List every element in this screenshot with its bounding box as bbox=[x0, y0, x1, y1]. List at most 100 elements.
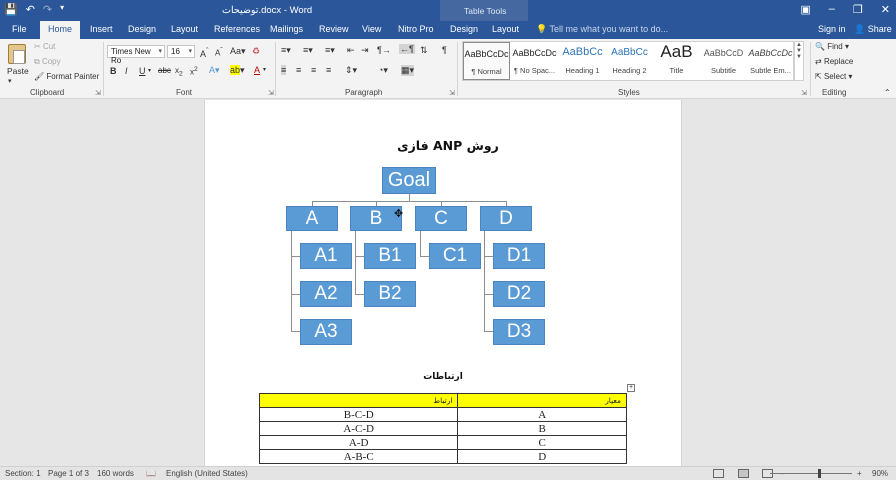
strikethrough-button[interactable]: abc bbox=[158, 66, 171, 75]
shading-icon[interactable]: ◔▾ bbox=[378, 65, 388, 76]
table-header-cell[interactable]: معیار bbox=[457, 393, 627, 408]
table-cell[interactable]: A bbox=[457, 407, 627, 422]
font-launcher-icon[interactable]: ⇲ bbox=[268, 89, 274, 97]
diagram-node-a3[interactable]: A3 bbox=[300, 319, 352, 345]
select-button[interactable]: ⇱ Select ▾ bbox=[815, 72, 852, 81]
status-section[interactable]: Section: 1 bbox=[5, 469, 41, 478]
diagram-node-a2[interactable]: A2 bbox=[300, 281, 352, 307]
style-no-spacing[interactable]: AaBbCcDc ¶ No Spac... bbox=[511, 42, 558, 80]
tab-review[interactable]: Review bbox=[319, 24, 349, 34]
sign-in-link[interactable]: Sign in bbox=[818, 24, 846, 34]
font-color-icon[interactable]: A bbox=[254, 65, 260, 75]
minimize-icon[interactable]: – bbox=[829, 3, 835, 16]
tab-nitro-pro[interactable]: Nitro Pro bbox=[398, 24, 434, 34]
table-move-handle-icon[interactable]: + bbox=[627, 384, 635, 392]
table-header-cell[interactable]: ارتباط bbox=[258, 393, 459, 408]
tab-table-layout[interactable]: Layout bbox=[492, 24, 519, 34]
relations-table[interactable]: ارتباط معیار B-C-D A A-C-D B A-D C A-B-C… bbox=[258, 393, 627, 464]
style-subtitle[interactable]: AaBbCcD Subtitle bbox=[700, 42, 747, 80]
diagram-node-c1[interactable]: C1 bbox=[429, 243, 481, 269]
style-normal[interactable]: AaBbCcDc ¶ Normal bbox=[463, 42, 510, 80]
table-cell[interactable]: C bbox=[457, 435, 627, 450]
align-right-icon[interactable]: ≡ bbox=[311, 65, 316, 75]
borders-icon[interactable]: ▦▾ bbox=[401, 65, 415, 76]
table-title[interactable]: ارتباطات bbox=[0, 372, 886, 382]
diagram-node-a[interactable]: A bbox=[286, 206, 338, 231]
table-cell[interactable]: B-C-D bbox=[258, 407, 459, 422]
tab-table-design[interactable]: Design bbox=[450, 24, 478, 34]
align-center-icon[interactable]: ≡ bbox=[296, 65, 301, 75]
bold-button[interactable]: B bbox=[110, 66, 117, 76]
undo-icon[interactable]: ↶ bbox=[26, 3, 35, 16]
style-subtle-emphasis[interactable]: AaBbCcDc Subtle Em... bbox=[747, 42, 794, 80]
zoom-slider-thumb[interactable] bbox=[818, 469, 821, 478]
subscript-button[interactable]: x2 bbox=[175, 66, 183, 78]
superscript-button[interactable]: x2 bbox=[190, 66, 198, 77]
line-spacing-icon[interactable]: ⇕▾ bbox=[345, 65, 357, 76]
show-marks-icon[interactable]: ¶ bbox=[442, 45, 447, 55]
status-page[interactable]: Page 1 of 3 bbox=[48, 469, 89, 478]
paragraph-launcher-icon[interactable]: ⇲ bbox=[449, 89, 455, 97]
diagram-node-goal[interactable]: Goal bbox=[382, 167, 436, 194]
diagram-node-d3[interactable]: D3 bbox=[493, 319, 545, 345]
diagram-node-c[interactable]: C bbox=[415, 206, 467, 231]
table-cell[interactable]: D bbox=[457, 449, 627, 464]
customize-qat-icon[interactable]: ▾ bbox=[60, 3, 64, 16]
restore-icon[interactable]: ❐ bbox=[853, 3, 863, 16]
highlight-icon[interactable]: ab▾ bbox=[230, 65, 245, 76]
diagram-node-d1[interactable]: D1 bbox=[493, 243, 545, 269]
tab-design[interactable]: Design bbox=[128, 24, 156, 34]
tab-references[interactable]: References bbox=[214, 24, 260, 34]
tab-home[interactable]: Home bbox=[40, 21, 81, 39]
tell-me-search[interactable]: 💡 Tell me what you want to do... bbox=[536, 24, 668, 35]
align-left-icon[interactable]: ≡ bbox=[281, 65, 287, 75]
bullets-icon[interactable]: ≡▾ bbox=[281, 45, 291, 56]
zoom-level[interactable]: 90% bbox=[872, 469, 888, 478]
diagram-node-b2[interactable]: B2 bbox=[364, 281, 416, 307]
styles-scroll[interactable]: ▲ ▼ ▼ bbox=[794, 41, 804, 81]
print-layout-icon[interactable] bbox=[738, 469, 749, 478]
style-heading-1[interactable]: AaBbCc Heading 1 bbox=[559, 42, 606, 80]
underline-dropdown-icon[interactable]: ▾ bbox=[148, 67, 151, 74]
ltr-direction-icon[interactable]: ¶→ bbox=[377, 45, 391, 55]
font-name-combo[interactable]: Times New Ro ▾ bbox=[107, 45, 165, 65]
font-size-combo[interactable]: 16 ▾ bbox=[167, 45, 195, 58]
style-heading-2[interactable]: AaBbCc Heading 2 bbox=[606, 42, 653, 80]
paste-dropdown-icon[interactable]: ▾ bbox=[8, 77, 12, 85]
status-words[interactable]: 160 words bbox=[97, 469, 134, 478]
zoom-slider[interactable] bbox=[770, 473, 852, 474]
underline-button[interactable]: U bbox=[139, 66, 146, 76]
replace-button[interactable]: ⇄ Replace bbox=[815, 57, 853, 66]
more-styles-icon[interactable]: ▼ bbox=[795, 54, 803, 60]
tab-layout[interactable]: Layout bbox=[171, 24, 198, 34]
paste-icon[interactable] bbox=[8, 44, 26, 64]
diagram-node-d[interactable]: D bbox=[480, 206, 532, 231]
italic-button[interactable]: I bbox=[125, 66, 128, 76]
styles-launcher-icon[interactable]: ⇲ bbox=[801, 89, 807, 97]
paste-button[interactable]: Paste bbox=[7, 66, 29, 76]
status-language[interactable]: English (United States) bbox=[166, 469, 248, 478]
table-cell[interactable]: A-C-D bbox=[258, 421, 459, 436]
proofing-icon[interactable]: 📖 bbox=[146, 469, 156, 478]
find-button[interactable]: 🔍 Find ▾ bbox=[815, 42, 849, 51]
collapse-ribbon-icon[interactable]: ⌃ bbox=[884, 88, 891, 97]
tab-mailings[interactable]: Mailings bbox=[270, 24, 303, 34]
numbering-icon[interactable]: ≡▾ bbox=[303, 45, 313, 56]
table-cell[interactable]: A-D bbox=[258, 435, 459, 450]
increase-indent-icon[interactable]: ⇥ bbox=[361, 45, 369, 56]
zoom-in-icon[interactable]: + bbox=[857, 469, 862, 478]
table-cell[interactable]: B bbox=[457, 421, 627, 436]
tab-insert[interactable]: Insert bbox=[90, 24, 113, 34]
table-cell[interactable]: A-B-C bbox=[258, 449, 459, 464]
share-button[interactable]: 👤 Share bbox=[854, 24, 892, 35]
text-effects-icon[interactable]: A▾ bbox=[209, 65, 220, 76]
copy-button[interactable]: ⧉ Copy bbox=[34, 57, 61, 67]
style-title[interactable]: AaB Title bbox=[653, 42, 700, 80]
tab-view[interactable]: View bbox=[362, 24, 381, 34]
diagram-node-d2[interactable]: D2 bbox=[493, 281, 545, 307]
justify-icon[interactable]: ≡ bbox=[326, 65, 331, 75]
rtl-direction-icon[interactable]: ←¶ bbox=[399, 44, 415, 54]
sort-icon[interactable]: ⇅ bbox=[420, 45, 428, 56]
diagram-node-b1[interactable]: B1 bbox=[364, 243, 416, 269]
redo-icon[interactable]: ↷ bbox=[43, 3, 52, 16]
